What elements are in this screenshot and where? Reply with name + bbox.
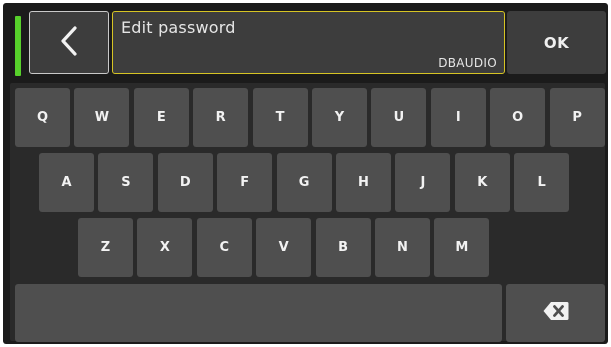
status-indicator [15, 16, 21, 76]
space-key[interactable] [15, 284, 502, 342]
password-edit-field[interactable]: Edit password DBAUDIO [112, 11, 505, 74]
key-z[interactable]: Z [78, 218, 133, 277]
key-label: H [358, 175, 369, 190]
key-label: G [298, 175, 310, 190]
key-e[interactable]: E [133, 88, 189, 147]
ok-button-label: OK [543, 33, 570, 52]
key-f[interactable]: F [217, 153, 273, 212]
backspace-key[interactable] [506, 284, 605, 342]
key-label: T [275, 110, 285, 125]
key-label: I [455, 110, 461, 125]
password-value: DBAUDIO [438, 56, 497, 70]
key-x[interactable]: X [137, 218, 193, 277]
key-s[interactable]: S [98, 153, 154, 212]
key-label: N [397, 240, 408, 255]
key-label: J [420, 175, 426, 190]
key-h[interactable]: H [336, 153, 391, 212]
key-label: S [121, 175, 131, 190]
key-label: U [393, 110, 405, 125]
key-label: Y [334, 110, 345, 125]
key-d[interactable]: D [157, 153, 213, 212]
key-k[interactable]: K [454, 153, 510, 212]
key-label: Z [100, 240, 111, 255]
key-label: F [240, 175, 250, 190]
key-label: P [572, 110, 582, 125]
key-p[interactable]: P [549, 88, 605, 147]
keyboard: Q W E R T Y U I O P A S D F G H J K L Z X C V B N M [10, 83, 605, 342]
key-g[interactable]: G [276, 153, 332, 212]
key-label: B [338, 240, 349, 255]
chevron-left-icon [58, 25, 80, 61]
backspace-icon [543, 301, 569, 325]
back-button[interactable] [29, 11, 109, 74]
key-a[interactable]: A [39, 153, 94, 212]
key-label: W [94, 110, 110, 125]
key-label: X [159, 240, 170, 255]
key-j[interactable]: J [395, 153, 451, 212]
screen: Edit password DBAUDIO OK Q W E R T Y U I O P A S D F G… [3, 3, 608, 344]
key-v[interactable]: V [256, 218, 312, 277]
key-label: V [278, 240, 289, 255]
key-o[interactable]: O [490, 88, 546, 147]
key-l[interactable]: L [514, 153, 570, 212]
key-label: M [455, 240, 469, 255]
key-label: C [219, 240, 230, 255]
key-label: K [477, 175, 488, 190]
key-label: D [179, 175, 191, 190]
key-t[interactable]: T [252, 88, 308, 147]
key-u[interactable]: U [371, 88, 427, 147]
key-label: E [156, 110, 166, 125]
key-y[interactable]: Y [312, 88, 367, 147]
key-q[interactable]: Q [15, 88, 70, 147]
key-b[interactable]: B [315, 218, 371, 277]
ok-button[interactable]: OK [507, 11, 606, 74]
key-label: L [537, 175, 546, 190]
key-label: O [512, 110, 524, 125]
key-c[interactable]: C [196, 218, 252, 277]
edit-field-title: Edit password [121, 18, 236, 37]
key-m[interactable]: M [434, 218, 490, 277]
key-label: R [215, 110, 226, 125]
key-label: A [61, 175, 72, 190]
key-r[interactable]: R [193, 88, 249, 147]
key-i[interactable]: I [430, 88, 486, 147]
key-n[interactable]: N [375, 218, 430, 277]
key-label: Q [36, 110, 49, 125]
key-w[interactable]: W [74, 88, 130, 147]
